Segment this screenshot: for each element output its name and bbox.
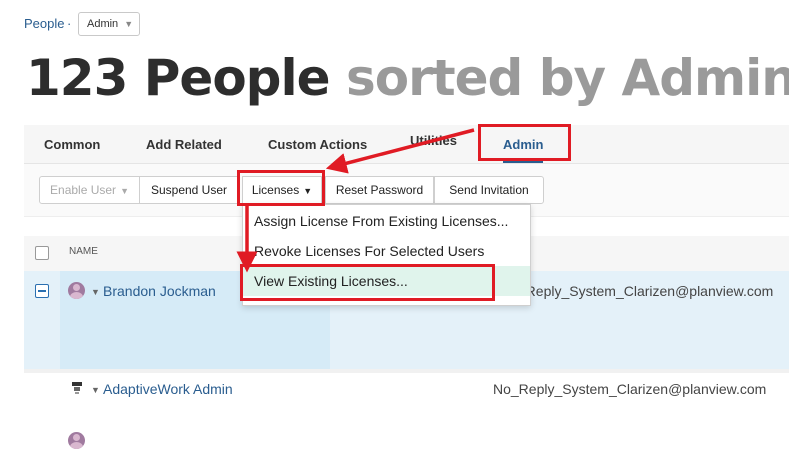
annotation-arrow-to-licenses [325, 128, 475, 174]
annotation-arrows [236, 128, 475, 273]
